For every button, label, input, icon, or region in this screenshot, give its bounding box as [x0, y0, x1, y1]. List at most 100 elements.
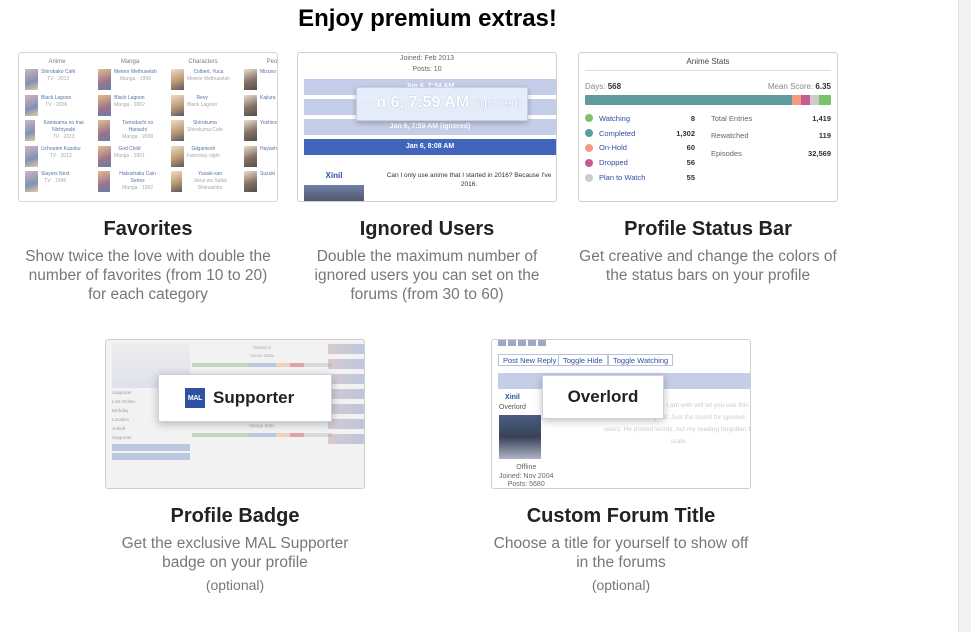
favorite-item: Black Lagoon TV · 2006	[25, 94, 89, 118]
total-row: Episodes 32,569	[711, 149, 831, 159]
favorite-item: Slayers Next TV · 1996	[25, 171, 89, 194]
mean-score-stat: Mean Score: 6.35	[767, 82, 831, 91]
feature-title: Profile Badge	[170, 505, 300, 527]
feature-title: Custom Forum Title	[526, 505, 716, 527]
favorite-name: Black Lagoon	[114, 94, 145, 101]
favorite-text: Tomodachi no Hanashi Manga · 2009	[113, 120, 162, 143]
on-hold-segment	[791, 95, 802, 105]
favorite-text: Hayashi	[260, 146, 277, 169]
favorite-text: Hakushaku Cain Series Manga · 1992	[113, 171, 162, 194]
favorites-column: Characters Colbert, Yuca Meteor Methuselah…	[171, 59, 235, 197]
favorite-item: Hakushaku Cain Series Manga · 1992	[98, 171, 162, 194]
totals-list: Total Entries 1,419 Rewatched 119 Episodes 32…	[711, 111, 831, 185]
manga-stats-label: Manga Stats	[249, 423, 275, 428]
popup-ignored-note: (ignored)	[473, 96, 522, 110]
favorite-item: Uchouten Kazoku TV · 2013	[25, 145, 89, 169]
favorite-thumbnail	[98, 120, 111, 141]
favorite-thumbnail	[98, 171, 111, 192]
favorite-text: Gilgamesh Fate/stay night	[187, 146, 220, 169]
favorite-text: Colbert, Yuca Meteor Methuselah	[187, 69, 230, 92]
favorite-meta: Shirokuma Cafe	[187, 127, 223, 133]
favorites-column-head: Manga	[120, 59, 140, 65]
favorites-column-head: People	[266, 59, 278, 65]
favorite-meta: TV · 2013	[52, 134, 75, 140]
favorite-name: Shirokuma	[192, 120, 217, 126]
favorite-name: Slayers Next	[41, 171, 70, 177]
favorite-item: Tomodachi no Hanashi Manga · 2009	[98, 120, 162, 143]
favorite-text: Uchouten Kazoku TV · 2013	[41, 146, 80, 169]
feature-favorites: Anime Shirobako Café TV · 2013 Black Lagoon…	[18, 52, 278, 304]
profile-updates	[328, 344, 364, 484]
favorite-item: Kajiura	[244, 94, 277, 118]
favorite-text: Mizuno	[260, 69, 276, 92]
popup-time: n 6, 7:59 AM	[376, 94, 470, 111]
feature-title: Profile Status Bar	[624, 218, 792, 240]
favorite-text: Meteor Methuselah Manga · 1999	[114, 69, 157, 92]
forum-user: Xinil Overlord	[499, 393, 526, 413]
supporter-badge-popup: MAL Supporter	[158, 374, 332, 422]
favorite-item: Shirokuma Shirokuma Cafe	[171, 120, 235, 143]
post-new-reply-button: Post New Reply	[498, 354, 562, 366]
favorite-name: Uchouten Kazoku	[41, 145, 81, 152]
days-stat: Days: 568	[585, 82, 622, 91]
post-date-bar-active: Jan 6, 8:08 AM	[304, 139, 556, 155]
favorite-thumbnail	[244, 171, 257, 192]
watching-segment	[818, 95, 831, 105]
optional-note: (optional)	[591, 577, 651, 593]
status-dot	[585, 143, 593, 152]
favorite-item: Meteor Methuselah Manga · 1999	[98, 69, 162, 92]
favorites-preview: Anime Shirobako Café TV · 2013 Black Lagoon…	[18, 52, 278, 202]
favorite-meta: TV · 1996	[44, 178, 67, 184]
favorite-meta: Manga · 1992	[122, 185, 153, 191]
feature-ignored-users: Joined: Feb 2013 Posts: 10 Jan 6, 7:34 A…	[297, 52, 557, 304]
favorite-thumbnail	[244, 94, 257, 116]
dropped-segment	[801, 95, 811, 105]
supporter-badge-text: Supporter	[213, 388, 295, 407]
favorite-name: Gilgamesh	[191, 145, 216, 152]
favorite-thumbnail	[171, 145, 184, 167]
favorite-meta: Manga · 1999	[119, 76, 151, 82]
completed-segment	[585, 95, 792, 105]
page-scrollbar[interactable]	[958, 0, 971, 632]
favorite-thumbnail	[244, 69, 257, 90]
favorite-item: Colbert, Yuca Meteor Methuselah	[171, 69, 235, 92]
feature-description: Choose a title for yourself to show off …	[493, 535, 749, 571]
favorite-name: God Child	[118, 145, 141, 152]
favorites-column: Manga Meteor Methuselah Manga · 1999 Black …	[98, 59, 162, 197]
premium-extras-page: Enjoy premium extras! Anime Shirobako Caf…	[0, 0, 971, 632]
ignored-popup: n 6, 7:59 AM (ignored)	[356, 87, 528, 121]
favorite-item: Kamisama no Inai Nichiyoubi TV · 2013	[25, 120, 89, 143]
favorite-meta: Manga · 2001	[114, 152, 145, 159]
status-row: Dropped 56	[585, 155, 695, 170]
toggle-hide-button: Toggle Hide	[558, 354, 608, 366]
plan-to-watch-segment	[810, 95, 819, 105]
favorite-text: Shirokuma Shirokuma Cafe	[187, 120, 223, 143]
favorite-text: Kamisama no Inai Nichiyoubi TV · 2013	[38, 120, 89, 143]
email-icon	[528, 340, 536, 346]
favorite-thumbnail	[171, 171, 182, 192]
joined-text: Joined: Nov 2004	[499, 472, 554, 480]
favorite-text: Yoshino	[260, 120, 277, 143]
favorite-thumbnail	[244, 120, 257, 141]
favorite-item: Black Lagoon Manga · 2002	[98, 94, 162, 118]
profile-list-button	[112, 453, 190, 460]
status-row: Completed 1,302	[585, 126, 695, 141]
status-bar-preview: Anime Stats Days: 568 Mean Score: 6.35 W…	[578, 52, 838, 202]
stats-label: Statistics	[252, 345, 271, 350]
status-row: Watching 8	[585, 111, 695, 126]
status-dot	[585, 158, 593, 167]
favorite-text: Slayers Next TV · 1996	[41, 171, 69, 194]
favorite-name: Colbert, Yuca	[193, 69, 224, 75]
status-dot	[585, 114, 593, 123]
mini-status-bar	[192, 433, 332, 437]
favorite-meta: Fate/stay night	[187, 152, 220, 159]
favorite-thumbnail	[25, 69, 38, 90]
facebook-icon	[498, 340, 506, 346]
favorite-text: Yusaki-san Jinrui wa Suitai Shimashita	[185, 171, 235, 194]
total-row: Total Entries 1,419	[711, 113, 831, 123]
tumblr-icon	[538, 340, 546, 346]
favorite-text: Shirobako Café TV · 2013	[41, 69, 75, 92]
favorite-thumbnail	[25, 120, 36, 141]
favorite-text: Suzuki	[260, 171, 275, 194]
forum-title-preview: Post New Reply Toggle Hide Toggle Watchi…	[491, 339, 751, 489]
